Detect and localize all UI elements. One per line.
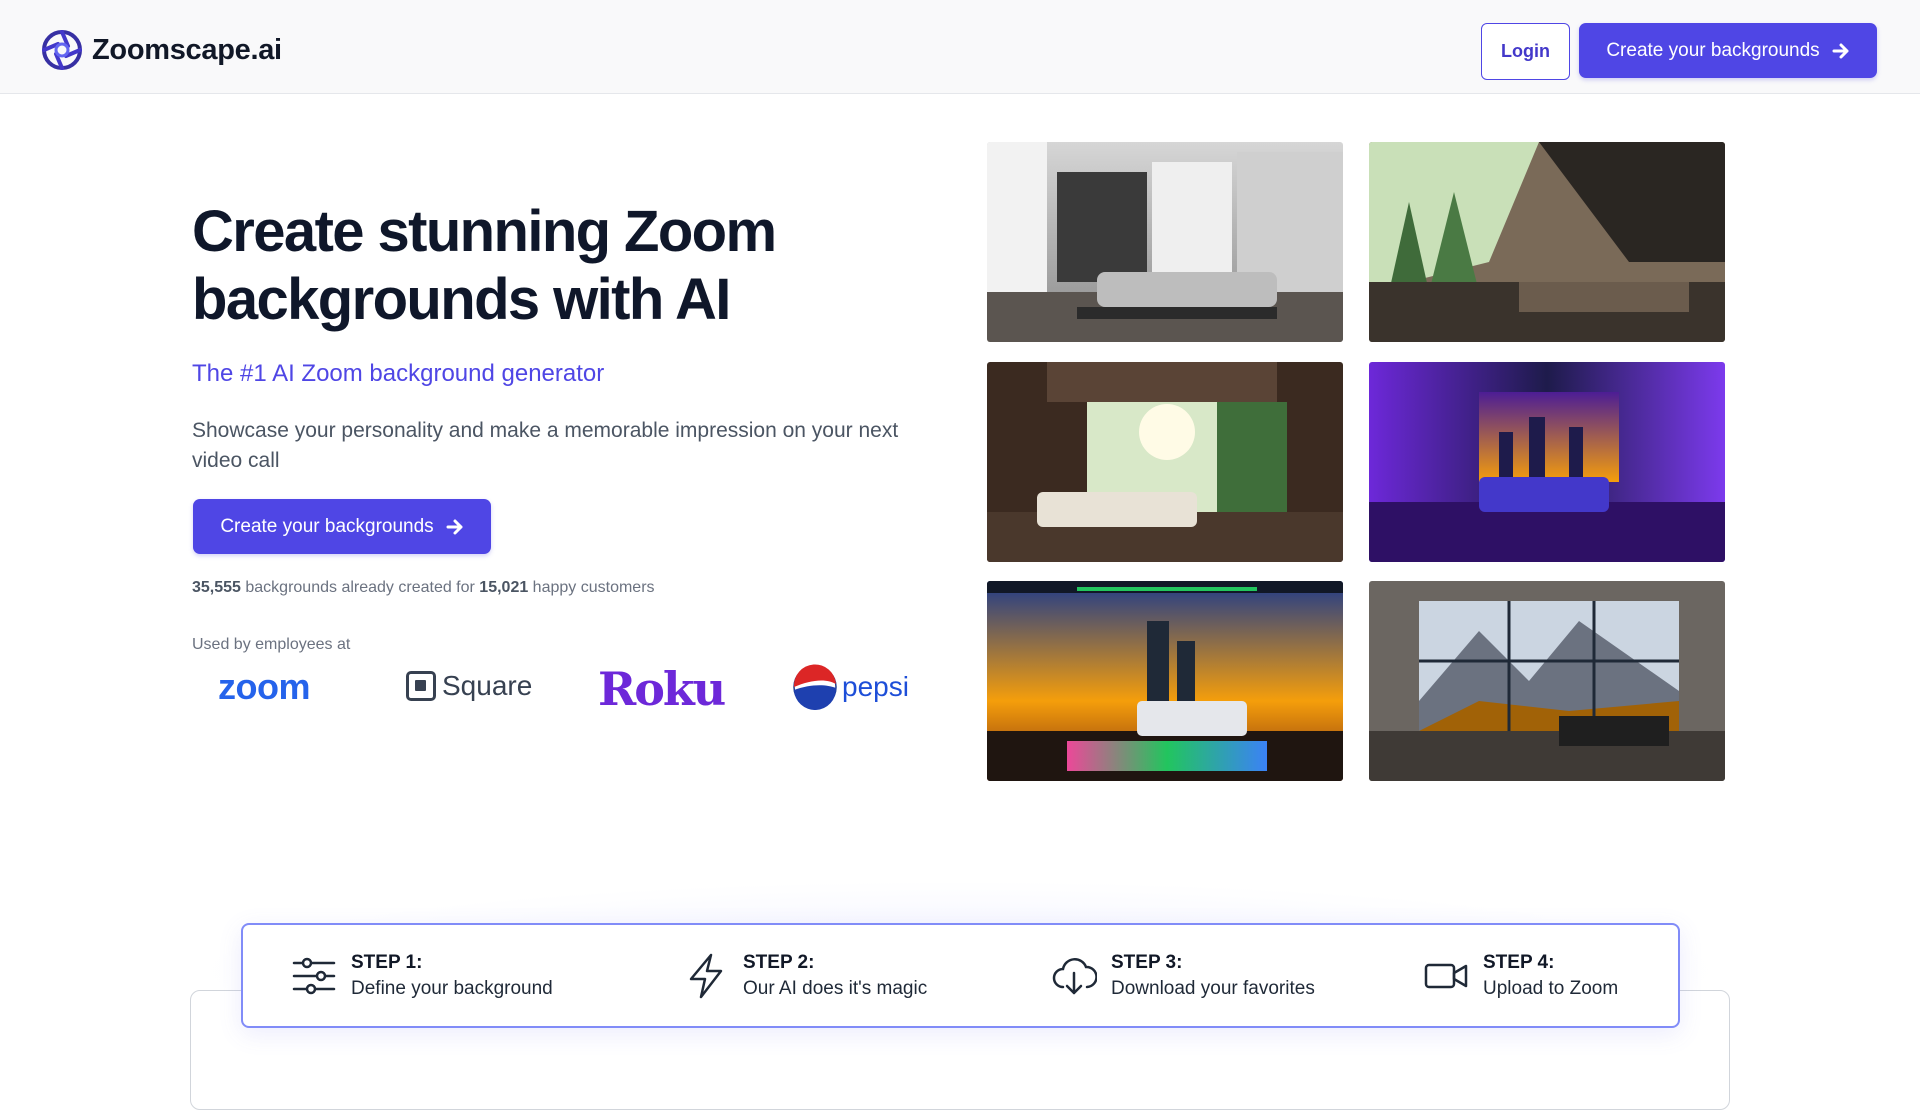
step-4-title: STEP 4: bbox=[1483, 951, 1555, 973]
step-3-description: Download your favorites bbox=[1111, 977, 1315, 999]
pepsi-logo: pepsi bbox=[792, 664, 909, 710]
step-3-text: STEP 3: Download your favorites bbox=[1111, 950, 1315, 1002]
hero-title: Create stunning Zoom backgrounds with AI bbox=[192, 199, 777, 332]
step-2-description: Our AI does it's magic bbox=[743, 977, 928, 999]
hero-description: Showcase your personality and make a mem… bbox=[192, 419, 899, 472]
video-camera-icon bbox=[1424, 963, 1468, 988]
arrow-right-icon bbox=[446, 519, 463, 534]
step-3: STEP 3: Download your favorites bbox=[1051, 925, 1315, 1026]
steps-bar: STEP 1: Define your background STEP 2: O… bbox=[241, 923, 1680, 1028]
gallery-image-jungle-lounge[interactable] bbox=[987, 362, 1343, 562]
brand[interactable]: Zoomscape.ai bbox=[42, 30, 282, 70]
customers-text: happy customers bbox=[528, 579, 655, 596]
backgrounds-text: backgrounds already created for bbox=[240, 579, 480, 596]
brand-name: Zoomscape.ai bbox=[92, 33, 282, 66]
square-mark-icon bbox=[406, 671, 436, 701]
gallery-image-modern-living-room[interactable] bbox=[987, 142, 1343, 342]
header-cta-label: Create your backgrounds bbox=[1606, 39, 1820, 61]
hero-cta-label: Create your backgrounds bbox=[220, 515, 434, 537]
background-gallery bbox=[987, 142, 1725, 782]
lightning-icon bbox=[689, 953, 723, 998]
gallery-image-mountain-view-room[interactable] bbox=[1369, 581, 1725, 781]
backgrounds-count: 35,555 bbox=[192, 579, 241, 596]
hero-subtitle: The #1 AI Zoom background generator bbox=[192, 360, 605, 387]
gallery-image-forest-loft[interactable] bbox=[1369, 142, 1725, 342]
cloud-download-icon bbox=[1052, 957, 1097, 994]
step-1-title: STEP 1: bbox=[351, 951, 423, 973]
step-2-title: STEP 2: bbox=[743, 951, 815, 973]
step-2-text: STEP 2: Our AI does it's magic bbox=[743, 950, 927, 1002]
customer-logos: zoom Square Roku pepsi bbox=[192, 660, 932, 720]
step-4: STEP 4: Upload to Zoom bbox=[1423, 925, 1618, 1026]
step-1: STEP 1: Define your background bbox=[291, 925, 553, 1026]
arrow-right-icon bbox=[1832, 43, 1849, 58]
step-2: STEP 2: Our AI does it's magic bbox=[683, 925, 927, 1026]
step-4-text: STEP 4: Upload to Zoom bbox=[1483, 950, 1618, 1002]
step-3-title: STEP 3: bbox=[1111, 951, 1183, 973]
sliders-icon bbox=[292, 957, 336, 994]
header-create-backgrounds-button[interactable]: Create your backgrounds bbox=[1579, 23, 1877, 78]
gallery-image-neon-city-bedroom[interactable] bbox=[1369, 362, 1725, 562]
roku-logo: Roku bbox=[598, 662, 726, 716]
used-by-label: Used by employees at bbox=[192, 636, 351, 653]
gallery-image-neon-skyline-bedroom[interactable] bbox=[987, 581, 1343, 781]
step-1-text: STEP 1: Define your background bbox=[351, 950, 553, 1002]
top-navbar: Zoomscape.ai Login Create your backgroun… bbox=[0, 0, 1920, 94]
aperture-logo-icon bbox=[42, 30, 82, 70]
hero-create-backgrounds-button[interactable]: Create your backgrounds bbox=[193, 499, 491, 554]
usage-stats: 35,555 backgrounds already created for 1… bbox=[192, 579, 655, 597]
square-logo: Square bbox=[406, 670, 532, 702]
zoom-logo: zoom bbox=[218, 666, 311, 707]
pepsi-globe-icon bbox=[793, 664, 837, 710]
step-1-description: Define your background bbox=[351, 977, 553, 999]
step-4-description: Upload to Zoom bbox=[1483, 977, 1619, 999]
customers-count: 15,021 bbox=[479, 579, 529, 596]
login-button[interactable]: Login bbox=[1481, 23, 1570, 80]
